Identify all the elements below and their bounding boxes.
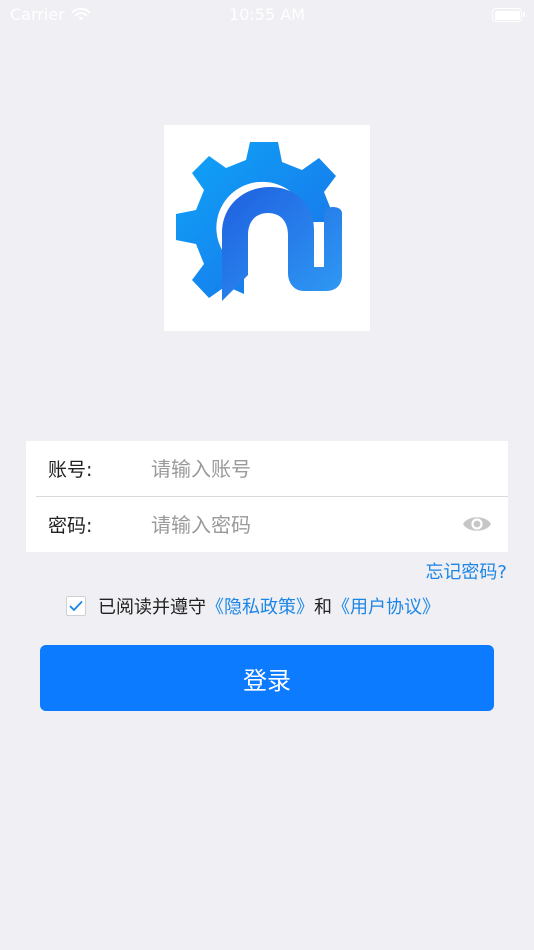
agreement-conjunction: 和 bbox=[314, 597, 332, 618]
checkmark-icon bbox=[69, 601, 83, 611]
agreement-row: 已阅读并遵守 《隐私政策》 和 《用户协议》 bbox=[66, 593, 440, 619]
app-logo bbox=[164, 125, 370, 331]
forgot-password-link[interactable]: 忘记密码? bbox=[425, 558, 507, 584]
account-input[interactable] bbox=[151, 448, 451, 489]
eye-icon[interactable] bbox=[462, 513, 492, 535]
account-label: 账号: bbox=[48, 459, 93, 481]
user-agreement-link[interactable]: 《用户协议》 bbox=[332, 593, 440, 619]
clock: 10:55 AM bbox=[229, 5, 305, 24]
password-label: 密码: bbox=[48, 515, 93, 537]
agreement-prefix: 已阅读并遵守 bbox=[98, 597, 206, 618]
login-button[interactable]: 登录 bbox=[40, 645, 494, 711]
account-row: 账号: bbox=[26, 441, 508, 496]
battery-icon bbox=[492, 8, 525, 22]
password-input[interactable] bbox=[151, 504, 451, 545]
privacy-policy-link[interactable]: 《隐私政策》 bbox=[206, 593, 314, 619]
agreement-checkbox[interactable] bbox=[66, 596, 86, 616]
app-logo-gear-n-icon bbox=[176, 142, 342, 301]
password-row: 密码: bbox=[26, 497, 508, 552]
login-form: 账号: 密码: bbox=[26, 441, 508, 552]
status-bar: Carrier 10:55 AM bbox=[0, 0, 534, 30]
